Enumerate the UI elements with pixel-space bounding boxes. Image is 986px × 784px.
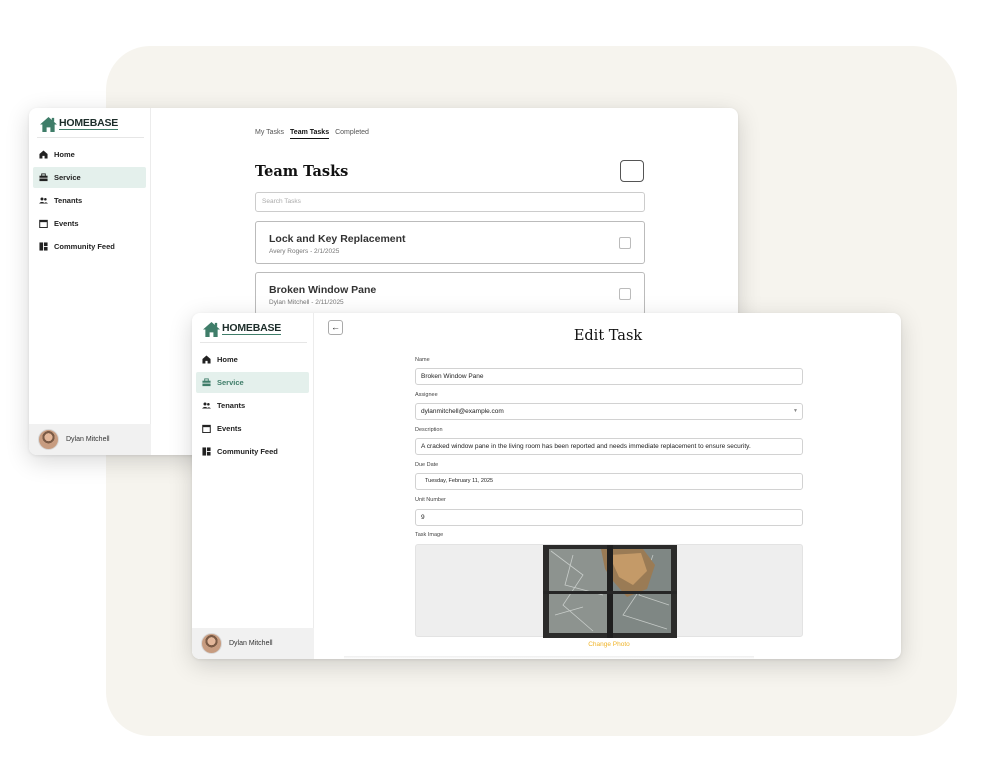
unit-number-label: Unit Number [415, 497, 446, 503]
tab-my-tasks[interactable]: My Tasks [255, 129, 284, 139]
search-input[interactable]: Search Tasks [255, 192, 645, 212]
sidebar: HOMEBASE Home Service Tenants Events Com… [29, 108, 151, 455]
task-checkbox[interactable] [619, 288, 631, 300]
logo-text: HOMEBASE [59, 117, 119, 130]
sidebar-item-label: Home [217, 355, 238, 364]
task-image-container [415, 544, 803, 638]
logo-text: HOMEBASE [222, 322, 282, 335]
divider [344, 656, 754, 659]
logo[interactable]: HOMEBASE [200, 316, 307, 343]
sidebar-item-events[interactable]: Events [196, 418, 309, 439]
task-checkbox[interactable] [619, 237, 631, 249]
sidebar-item-community-feed[interactable]: Community Feed [33, 236, 146, 257]
sidebar-item-label: Community Feed [54, 242, 115, 251]
avatar [201, 633, 222, 654]
user-profile[interactable]: Dylan Mitchell [192, 628, 314, 659]
arrow-left-icon: ← [331, 322, 340, 332]
dashboard-icon [39, 242, 48, 251]
due-date-label: Due Date [415, 462, 439, 468]
calendar-icon [39, 219, 48, 228]
home-icon [39, 150, 48, 159]
sidebar-item-events[interactable]: Events [33, 213, 146, 234]
task-image-label: Task Image [415, 532, 444, 538]
user-profile[interactable]: Dylan Mitchell [29, 424, 151, 455]
chevron-down-icon: ▼ [793, 408, 798, 414]
add-task-button[interactable] [620, 160, 644, 182]
sidebar-item-service[interactable]: Service [33, 167, 146, 188]
description-label: Description [415, 427, 443, 433]
unit-number-field[interactable]: 9 [415, 509, 803, 526]
due-date-field[interactable]: Tuesday, February 11, 2025 [415, 473, 803, 490]
sidebar: HOMEBASE Home Service Tenants Events Com… [192, 313, 314, 659]
people-icon [202, 402, 211, 409]
assignee-label: Assignee [415, 392, 438, 398]
change-photo-link[interactable]: Change Photo [415, 641, 803, 648]
sidebar-item-home[interactable]: Home [196, 349, 309, 370]
people-icon [39, 197, 48, 204]
name-field[interactable]: Broken Window Pane [415, 368, 803, 385]
house-logo-icon [203, 321, 220, 337]
sidebar-item-community-feed[interactable]: Community Feed [196, 441, 309, 462]
sidebar-item-home[interactable]: Home [33, 144, 146, 165]
sidebar-item-label: Community Feed [217, 447, 278, 456]
sidebar-nav: Home Service Tenants Events Community Fe… [192, 349, 313, 462]
task-card[interactable]: Lock and Key Replacement Avery Rogers - … [255, 221, 645, 264]
task-tabs: My Tasks Team Tasks Completed [255, 129, 369, 139]
assignee-value: dylanmitchell@example.com [421, 408, 504, 415]
sidebar-item-service[interactable]: Service [196, 372, 309, 393]
tab-team-tasks[interactable]: Team Tasks [290, 129, 330, 139]
sidebar-item-label: Events [54, 219, 79, 228]
home-icon [202, 355, 211, 364]
name-label: Name [415, 357, 430, 363]
sidebar-item-tenants[interactable]: Tenants [196, 395, 309, 416]
sidebar-item-tenants[interactable]: Tenants [33, 190, 146, 211]
dashboard-icon [202, 447, 211, 456]
page-title: Edit Task [573, 328, 643, 344]
task-title: Broken Window Pane [269, 284, 377, 296]
toolbox-icon [202, 378, 211, 387]
sidebar-item-label: Home [54, 150, 75, 159]
user-name: Dylan Mitchell [66, 436, 110, 443]
avatar [38, 429, 59, 450]
task-card[interactable]: Broken Window Pane Dylan Mitchell - 2/11… [255, 272, 645, 315]
task-title: Lock and Key Replacement [269, 233, 406, 245]
assignee-select[interactable]: dylanmitchell@example.com ▼ [415, 403, 803, 420]
toolbox-icon [39, 173, 48, 182]
sidebar-item-label: Tenants [54, 196, 83, 205]
page-title: Team Tasks [255, 163, 349, 180]
sidebar-item-label: Service [217, 378, 244, 387]
logo[interactable]: HOMEBASE [37, 111, 144, 138]
sidebar-item-label: Tenants [217, 401, 246, 410]
edit-task-window: HOMEBASE Home Service Tenants Events Com… [192, 313, 901, 659]
task-subtitle: Avery Rogers - 2/1/2025 [269, 248, 340, 255]
description-field[interactable]: A cracked window pane in the living room… [415, 438, 803, 455]
calendar-icon [202, 424, 211, 433]
sidebar-nav: Home Service Tenants Events Community Fe… [29, 144, 150, 257]
user-name: Dylan Mitchell [229, 640, 273, 647]
task-subtitle: Dylan Mitchell - 2/11/2025 [269, 299, 344, 306]
house-logo-icon [40, 116, 57, 132]
sidebar-item-label: Events [217, 424, 242, 433]
broken-window-image [543, 545, 677, 638]
tab-completed[interactable]: Completed [335, 129, 369, 139]
sidebar-item-label: Service [54, 173, 81, 182]
back-button[interactable]: ← [328, 320, 343, 335]
